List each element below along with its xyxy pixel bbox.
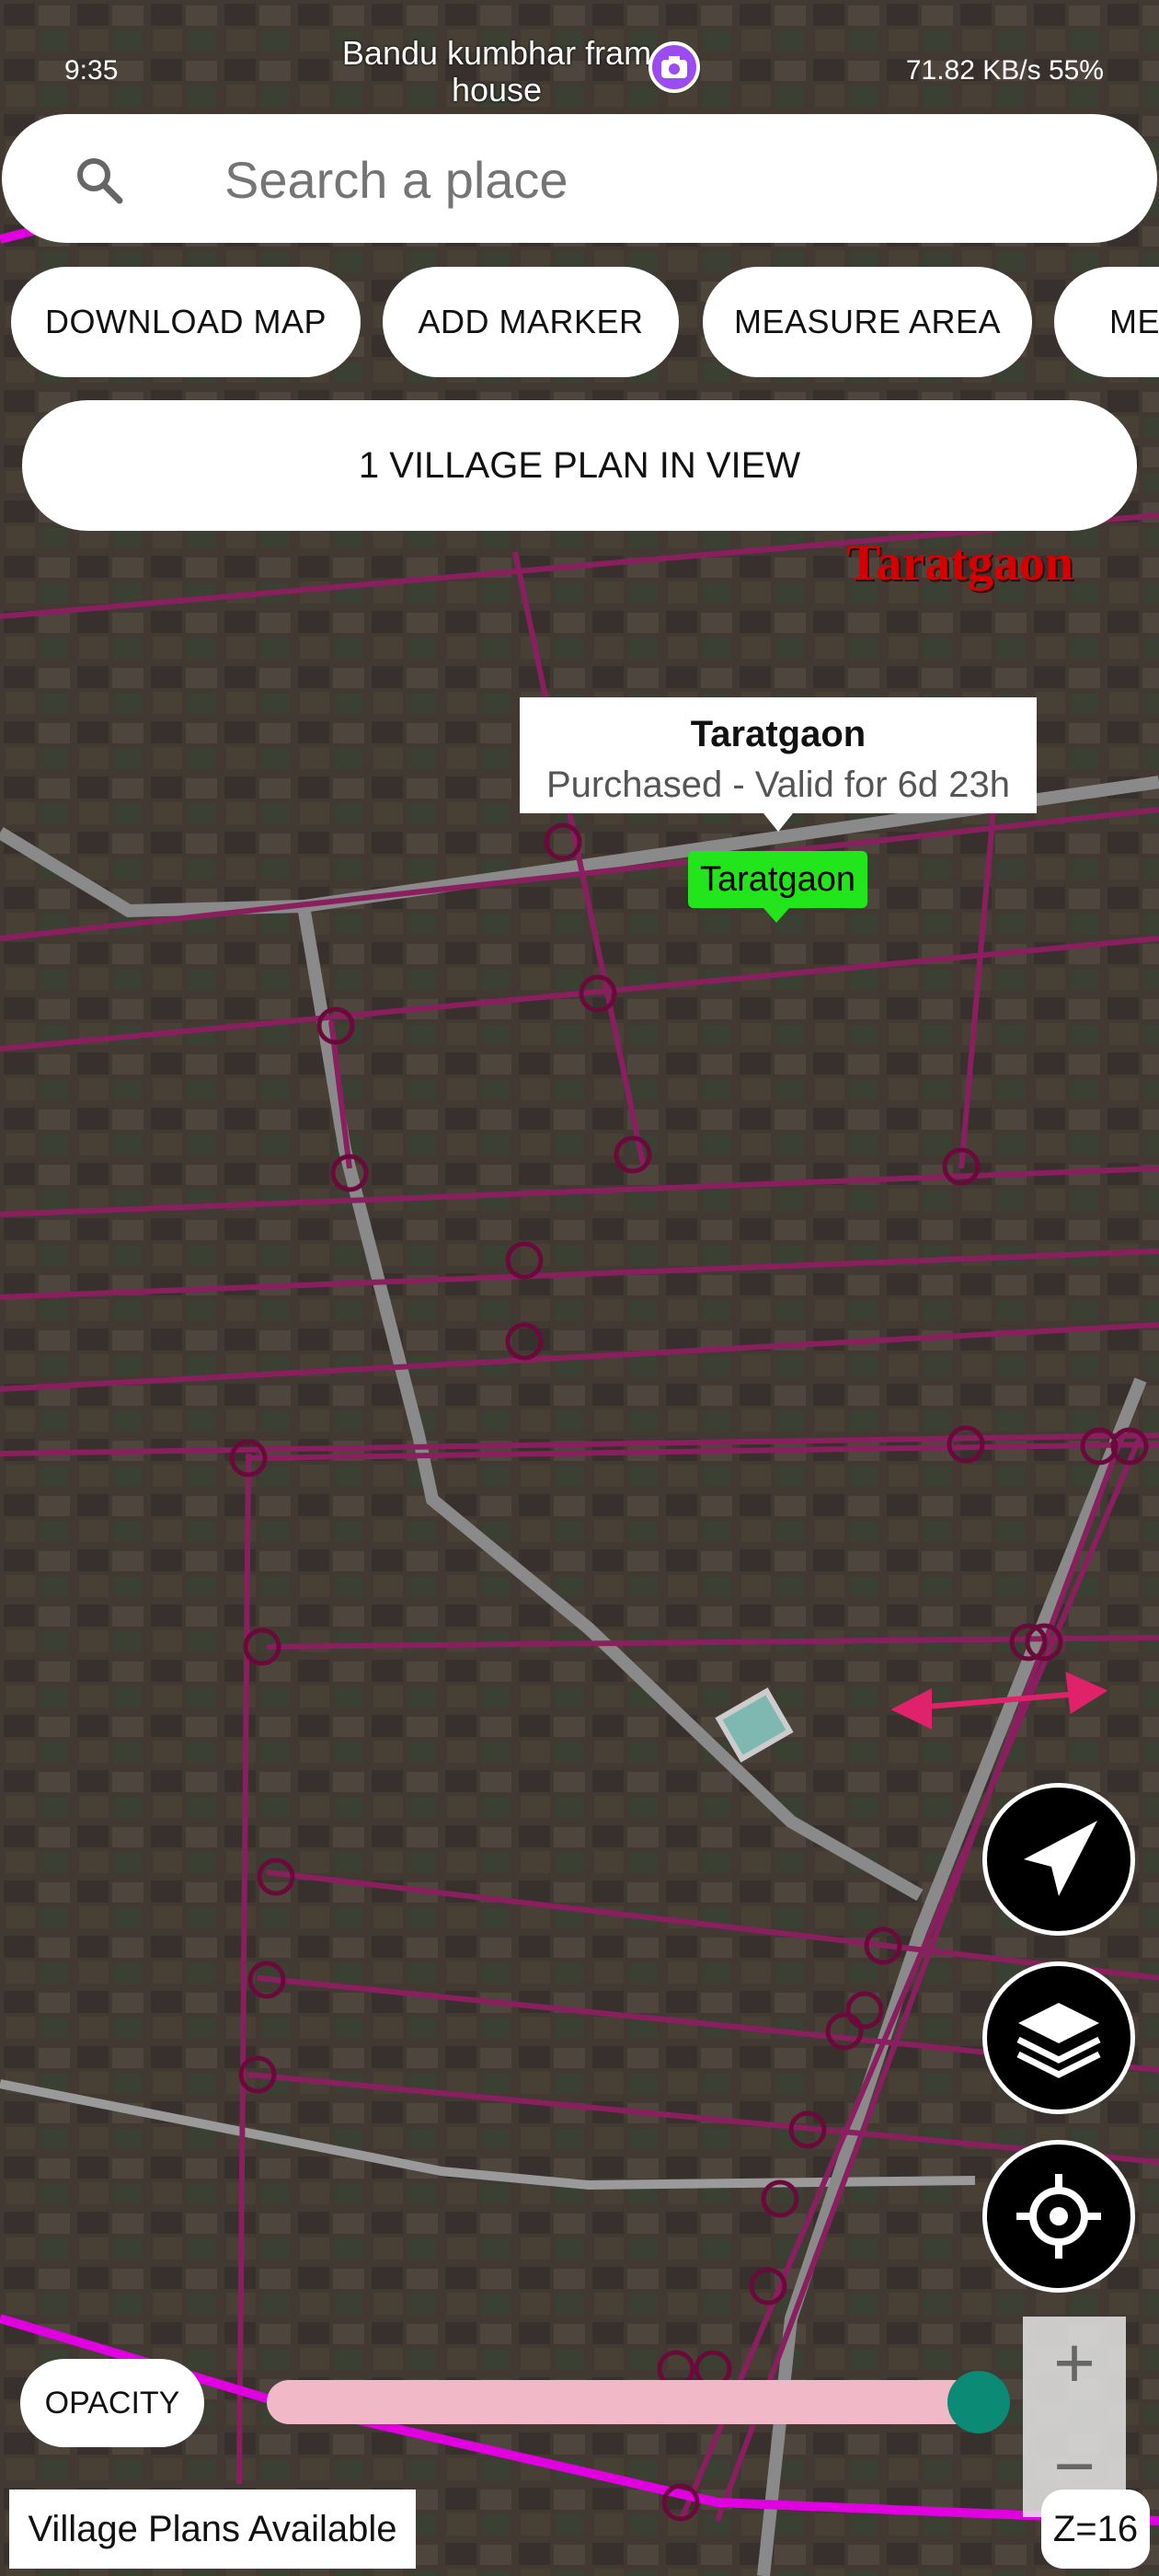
opacity-slider[interactable] [267,2380,1001,2424]
search-input[interactable] [223,142,1054,217]
search-bar[interactable] [2,114,1157,243]
layers-button[interactable] [982,1961,1135,2114]
village-plans-available-label[interactable]: Village Plans Available [9,2490,416,2569]
marker-callout[interactable]: Taratgaon Purchased - Valid for 6d 23h [520,697,1037,813]
my-location-icon [1016,2174,1101,2259]
status-indicators: 71.82 KB/s 55% [905,55,1104,86]
zoom-controls: + − [1023,2317,1126,2517]
zoom-level-badge: Z=16 [1041,2490,1150,2569]
add-marker-button[interactable]: ADD MARKER [383,267,679,377]
opacity-label[interactable]: OPACITY [20,2359,204,2447]
navigation-arrow-icon [1024,1821,1097,1896]
village-marker-pointer [763,908,789,923]
poi-label[interactable]: Bandu kumbhar fram house [331,35,662,109]
layers-icon [1016,2003,1101,2078]
measure-distance-button[interactable]: MEA [1054,267,1159,377]
village-map-label: Taratgaon [846,535,1073,592]
callout-pointer [763,813,793,832]
download-map-button[interactable]: DOWNLOAD MAP [11,267,361,377]
measure-area-button[interactable]: MEASURE AREA [703,267,1032,377]
callout-subtitle: Purchased - Valid for 6d 23h [545,765,1010,805]
zoom-in-button[interactable]: + [1023,2317,1126,2409]
my-location-button[interactable] [982,2140,1135,2293]
status-time: 9:35 [64,55,119,86]
camera-icon[interactable] [648,41,700,93]
village-plans-button[interactable]: 1 VILLAGE PLAN IN VIEW [22,400,1137,531]
navigation-button[interactable] [982,1783,1135,1936]
opacity-slider-thumb[interactable] [947,2371,1011,2433]
search-icon [77,158,123,204]
satellite-map[interactable] [0,0,1159,2576]
action-chips: DOWNLOAD MAP ADD MARKER MEASURE AREA MEA [11,267,1159,377]
village-marker[interactable]: Taratgaon [688,851,867,908]
callout-title: Taratgaon [690,714,866,754]
